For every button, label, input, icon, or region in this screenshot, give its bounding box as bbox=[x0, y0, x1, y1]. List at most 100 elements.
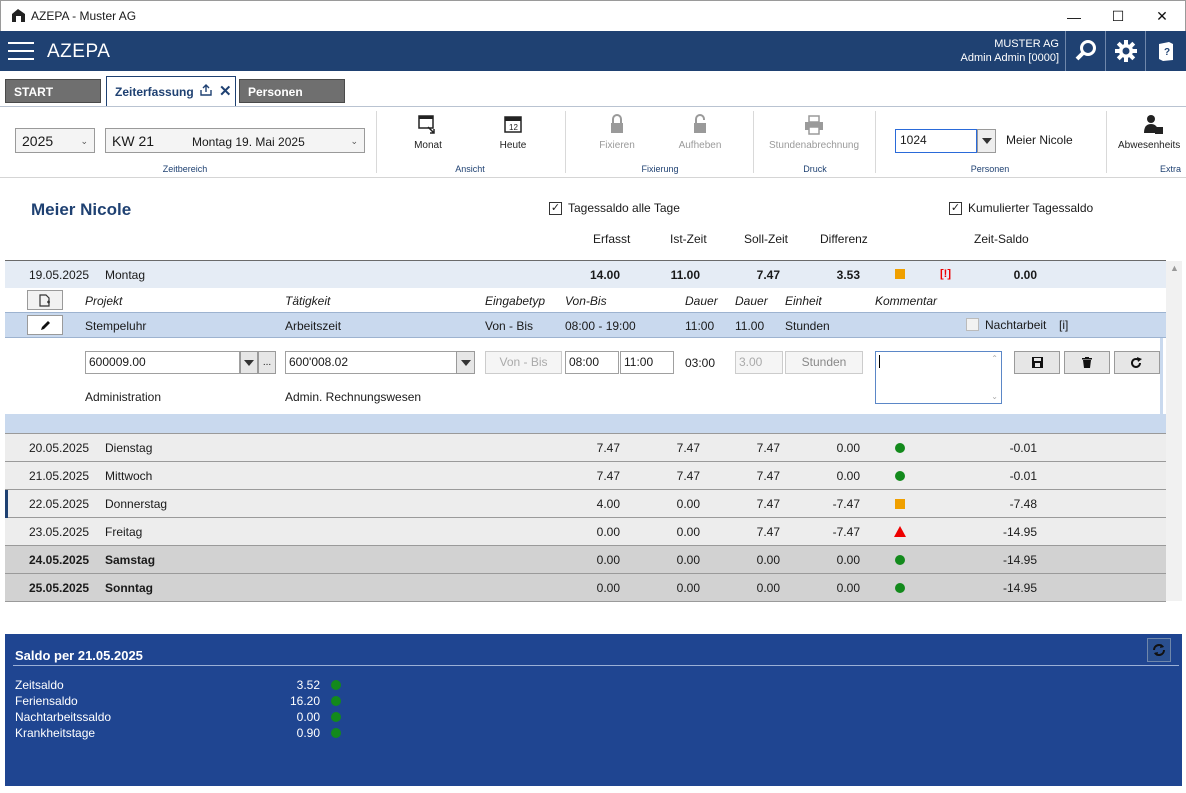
tagessaldo-checkbox[interactable]: ✓ Tagessaldo alle Tage bbox=[549, 201, 680, 215]
close-tab-icon[interactable]: ✕ bbox=[219, 82, 232, 100]
col-ist: Ist-Zeit bbox=[670, 232, 707, 246]
von-input[interactable]: 08:00 bbox=[565, 351, 619, 374]
day-row[interactable]: 21.05.2025 Mittwoch 7.47 7.47 7.47 0.00 -0.01 bbox=[5, 462, 1166, 490]
stundenabrechnung-button[interactable]: Stundenabrechnung bbox=[764, 113, 864, 151]
saldo-value: 0.90 bbox=[296, 726, 320, 740]
day-soll: 7.47 bbox=[756, 268, 780, 282]
day-diff: -7.47 bbox=[832, 525, 860, 539]
status-ok-icon bbox=[331, 696, 341, 706]
scroll-up-arrow-icon[interactable]: ▲ bbox=[1170, 263, 1179, 273]
help-button[interactable]: ? bbox=[1145, 31, 1185, 71]
tab-zeiterfassung[interactable]: Zeiterfassung ✕ bbox=[106, 76, 236, 106]
nachtarbeit-label: Nachtarbeit bbox=[985, 318, 1047, 332]
person-id-input[interactable]: 1024 bbox=[895, 129, 977, 153]
day-erfasst: 14.00 bbox=[589, 268, 620, 282]
dh-projekt: Projekt bbox=[85, 294, 123, 308]
new-entry-button[interactable] bbox=[27, 290, 63, 310]
company-name: MUSTER AG bbox=[994, 38, 1059, 50]
entry-dauer: 11:00 bbox=[685, 319, 715, 333]
status-warning-icon bbox=[895, 269, 905, 279]
delete-button[interactable] bbox=[1064, 351, 1110, 374]
pencil-icon bbox=[40, 320, 50, 330]
refresh-button[interactable] bbox=[1147, 638, 1171, 662]
kumuliert-checkbox[interactable]: ✓ Kumulierter Tagessaldo bbox=[949, 201, 1093, 215]
warn-badge[interactable]: [!] bbox=[940, 268, 951, 280]
calendar-today-icon: 12 bbox=[504, 116, 522, 133]
settings-button[interactable] bbox=[1105, 31, 1145, 71]
saldo-title: Saldo per 21.05.2025 bbox=[15, 648, 143, 663]
eingabetyp-button[interactable]: Von - Bis bbox=[485, 351, 562, 374]
nachtarbeit-checkbox[interactable] bbox=[966, 318, 979, 331]
detach-icon[interactable] bbox=[199, 83, 213, 100]
col-diff: Differenz bbox=[820, 232, 868, 246]
monat-button[interactable]: Monat bbox=[403, 113, 453, 151]
stundenabrechnung-label: Stundenabrechnung bbox=[768, 140, 860, 151]
window-title: AZEPA - Muster AG bbox=[31, 9, 137, 23]
day-ist: 11.00 bbox=[670, 268, 700, 282]
group-label-personen: Personen bbox=[970, 164, 1010, 174]
kommentar-textarea[interactable]: ⌃ ⌄ bbox=[875, 351, 1002, 404]
fixieren-button[interactable]: Fixieren bbox=[592, 113, 642, 151]
close-window-button[interactable]: ✕ bbox=[1139, 1, 1185, 32]
day-name: Mittwoch bbox=[105, 469, 153, 483]
einheit-button[interactable]: Stunden bbox=[785, 351, 863, 374]
day-saldo: -7.48 bbox=[1009, 497, 1037, 511]
tab-start[interactable]: START bbox=[5, 79, 101, 103]
vertical-scrollbar[interactable]: ▲ bbox=[1166, 261, 1182, 601]
taetigkeit-input[interactable]: 600'008.02 bbox=[285, 351, 457, 374]
aufheben-button[interactable]: Aufheben bbox=[672, 113, 728, 151]
day-diff: 0.00 bbox=[836, 581, 860, 595]
info-link[interactable]: [i] bbox=[1059, 318, 1068, 332]
triangle-down-icon bbox=[981, 138, 992, 144]
day-erfasst: 7.47 bbox=[596, 441, 620, 455]
entry-row[interactable]: Stempeluhr Arbeitszeit Von - Bis 08:00 -… bbox=[5, 312, 1166, 338]
scroll-up-icon[interactable]: ⌃ bbox=[991, 354, 998, 363]
help-book-icon: ? bbox=[1158, 42, 1173, 61]
tab-personen[interactable]: Personen bbox=[239, 79, 345, 103]
dauer-input[interactable]: 3.00 bbox=[735, 351, 783, 374]
abwesenheit-button[interactable]: Abwesenheits bbox=[1118, 113, 1186, 151]
day-row[interactable]: 23.05.2025 Freitag 0.00 0.00 7.47 -7.47 -14.95 bbox=[5, 518, 1166, 546]
projekt-input[interactable]: 600009.00 bbox=[85, 351, 240, 374]
ribbon-separator bbox=[565, 111, 566, 173]
status-error-icon bbox=[894, 526, 906, 537]
day-row[interactable]: 20.05.2025 Dienstag 7.47 7.47 7.47 0.00 -0.01 bbox=[5, 434, 1166, 462]
status-ok-icon bbox=[331, 680, 341, 690]
week-select[interactable]: KW 21 Montag 19. Mai 2025 ⌄ bbox=[105, 128, 365, 153]
day-soll: 0.00 bbox=[756, 553, 780, 567]
ribbon-toolbar: 2025 ⌄ KW 21 Montag 19. Mai 2025 ⌄ Zeitb… bbox=[0, 107, 1186, 178]
projekt-dropdown-button[interactable] bbox=[240, 351, 258, 374]
ribbon-separator bbox=[753, 111, 754, 173]
tab-bar: START Zeiterfassung ✕ Personen bbox=[0, 71, 1186, 107]
undo-button[interactable] bbox=[1114, 351, 1160, 374]
saldo-divider bbox=[13, 665, 1179, 666]
entry-projekt: Stempeluhr bbox=[85, 319, 147, 333]
projekt-browse-button[interactable]: ... bbox=[258, 351, 276, 374]
day-date: 19.05.2025 bbox=[29, 268, 90, 282]
day-row[interactable]: 22.05.2025 Donnerstag 4.00 0.00 7.47 -7.47 -7.… bbox=[5, 490, 1166, 518]
bis-input[interactable]: 11:00 bbox=[620, 351, 674, 374]
abwesenheit-label: Abwesenheits bbox=[1118, 140, 1181, 151]
scroll-down-icon[interactable]: ⌄ bbox=[991, 392, 998, 401]
minimize-button[interactable]: — bbox=[1051, 1, 1097, 32]
maximize-button[interactable]: ☐ bbox=[1095, 1, 1141, 32]
year-select[interactable]: 2025 ⌄ bbox=[15, 128, 95, 153]
day-row[interactable]: 24.05.2025 Samstag 0.00 0.00 0.00 0.00 -14.95 bbox=[5, 546, 1166, 574]
day-diff: -7.47 bbox=[832, 497, 860, 511]
search-button[interactable] bbox=[1065, 31, 1105, 71]
day-soll: 0.00 bbox=[756, 581, 780, 595]
day-soll: 7.47 bbox=[756, 469, 780, 483]
person-dropdown-button[interactable] bbox=[977, 129, 996, 153]
chevron-down-icon: ⌄ bbox=[80, 136, 88, 146]
dh-vonbis: Von-Bis bbox=[565, 294, 607, 308]
search-icon bbox=[1075, 40, 1096, 61]
menu-icon[interactable] bbox=[8, 42, 34, 60]
taetigkeit-dropdown-button[interactable] bbox=[456, 351, 475, 374]
save-button[interactable] bbox=[1014, 351, 1060, 374]
person-name-label: Meier Nicole bbox=[1006, 133, 1073, 147]
heute-button[interactable]: 12 Heute bbox=[488, 113, 538, 151]
day-row-expanded[interactable]: 19.05.2025 Montag 14.00 11.00 7.47 3.53 … bbox=[5, 261, 1166, 288]
day-row[interactable]: 25.05.2025 Sonntag 0.00 0.00 0.00 0.00 -14.95 bbox=[5, 574, 1166, 602]
day-date: 21.05.2025 bbox=[29, 469, 90, 483]
edit-entry-button[interactable] bbox=[27, 315, 63, 335]
